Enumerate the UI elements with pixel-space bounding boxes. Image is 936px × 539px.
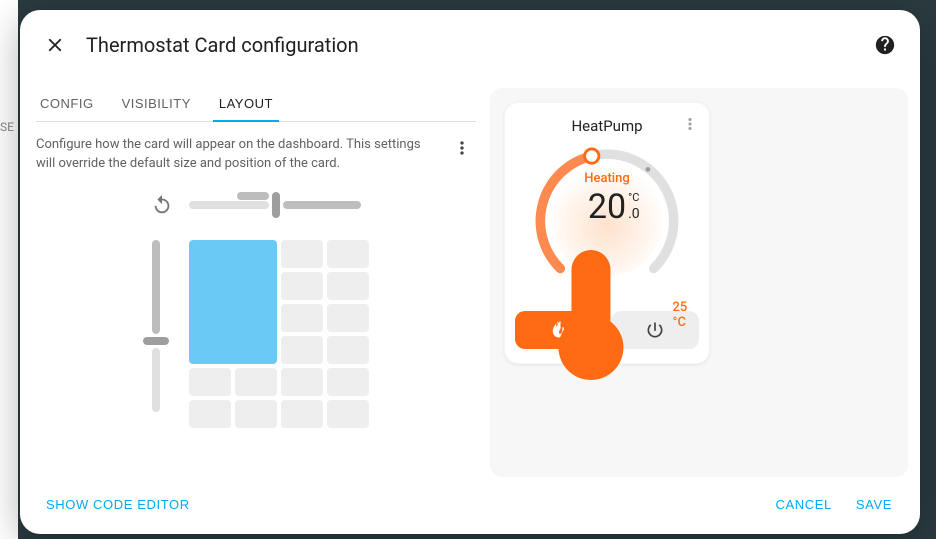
target-temperature: 20 °C .0 [588,190,626,224]
current-temperature: 25 °C [513,234,702,396]
config-pane: CONFIG VISIBILITY LAYOUT Configure how t… [36,88,476,477]
layout-description: Configure how the card will appear on th… [36,136,448,174]
dialog-title: Thermostat Card configuration [86,33,874,57]
grid-cell[interactable] [235,400,277,428]
card-config-dialog: Thermostat Card configuration CONFIG VIS… [20,10,920,534]
grid-cell[interactable] [281,240,323,268]
tab-layout[interactable]: LAYOUT [219,88,273,121]
dialog-footer: SHOW CODE EDITOR CANCEL SAVE [20,477,920,534]
grid-cell[interactable] [327,400,369,428]
grid-cell[interactable] [327,368,369,396]
selected-area[interactable] [189,240,277,364]
tabs: CONFIG VISIBILITY LAYOUT [36,88,476,122]
slider-fill [237,192,269,200]
width-controls [151,192,361,218]
thermostat-card: HeatPump [504,102,710,364]
grid-cell[interactable] [281,400,323,428]
card-title: HeatPump [571,117,642,135]
grid-cell[interactable] [327,304,369,332]
tab-visibility[interactable]: VISIBILITY [122,88,191,121]
dial[interactable]: Heating 20 °C .0 25 °C [515,137,699,299]
close-button[interactable] [40,30,70,60]
tab-config[interactable]: CONFIG [40,88,94,121]
grid-cell[interactable] [327,240,369,268]
grid-cell[interactable] [281,368,323,396]
help-icon [874,34,896,56]
target-decimal: .0 [628,207,640,221]
slider-thumb[interactable] [143,337,169,345]
height-slider[interactable] [143,240,169,420]
layout-section: Configure how the card will appear on th… [36,122,476,174]
close-icon [44,34,66,56]
reset-icon [151,194,173,216]
grid-cell[interactable] [235,368,277,396]
grid-cell[interactable] [281,272,323,300]
grid-cell[interactable] [281,304,323,332]
thermometer-icon [513,234,669,396]
dialog-header: Thermostat Card configuration [20,10,920,72]
grid-cell[interactable] [327,272,369,300]
grid-cell[interactable] [327,336,369,364]
slider-track [152,348,160,412]
slider-track [189,201,269,209]
target-int: 20 [588,187,626,227]
dots-vertical-icon [681,115,699,133]
dots-vertical-icon [452,138,472,158]
help-button[interactable] [874,34,896,56]
grid-cell[interactable] [189,368,231,396]
preview-pane: HeatPump [490,88,908,477]
card-menu-button[interactable] [681,115,699,136]
dial-readout: Heating 20 °C .0 25 °C [522,171,692,396]
slider-track [283,201,361,209]
layout-editor [36,192,476,428]
card-header: HeatPump [515,117,699,135]
show-code-editor-button[interactable]: SHOW CODE EDITOR [42,491,194,518]
width-slider[interactable] [189,192,361,218]
slider-track [152,240,160,334]
target-unit: °C [628,192,639,203]
cancel-button[interactable]: CANCEL [772,491,836,518]
obscured-background: SE [0,0,18,539]
grid-controls [143,240,369,428]
more-options-button[interactable] [448,134,476,165]
current-value: 25 °C [673,300,702,330]
slider-thumb[interactable] [272,192,280,218]
dialog-body: CONFIG VISIBILITY LAYOUT Configure how t… [20,72,920,477]
size-grid[interactable] [189,240,369,428]
grid-cell[interactable] [189,400,231,428]
grid-cell[interactable] [281,336,323,364]
reset-button[interactable] [151,194,173,216]
save-button[interactable]: SAVE [852,491,896,518]
hvac-status: Heating [584,171,629,186]
